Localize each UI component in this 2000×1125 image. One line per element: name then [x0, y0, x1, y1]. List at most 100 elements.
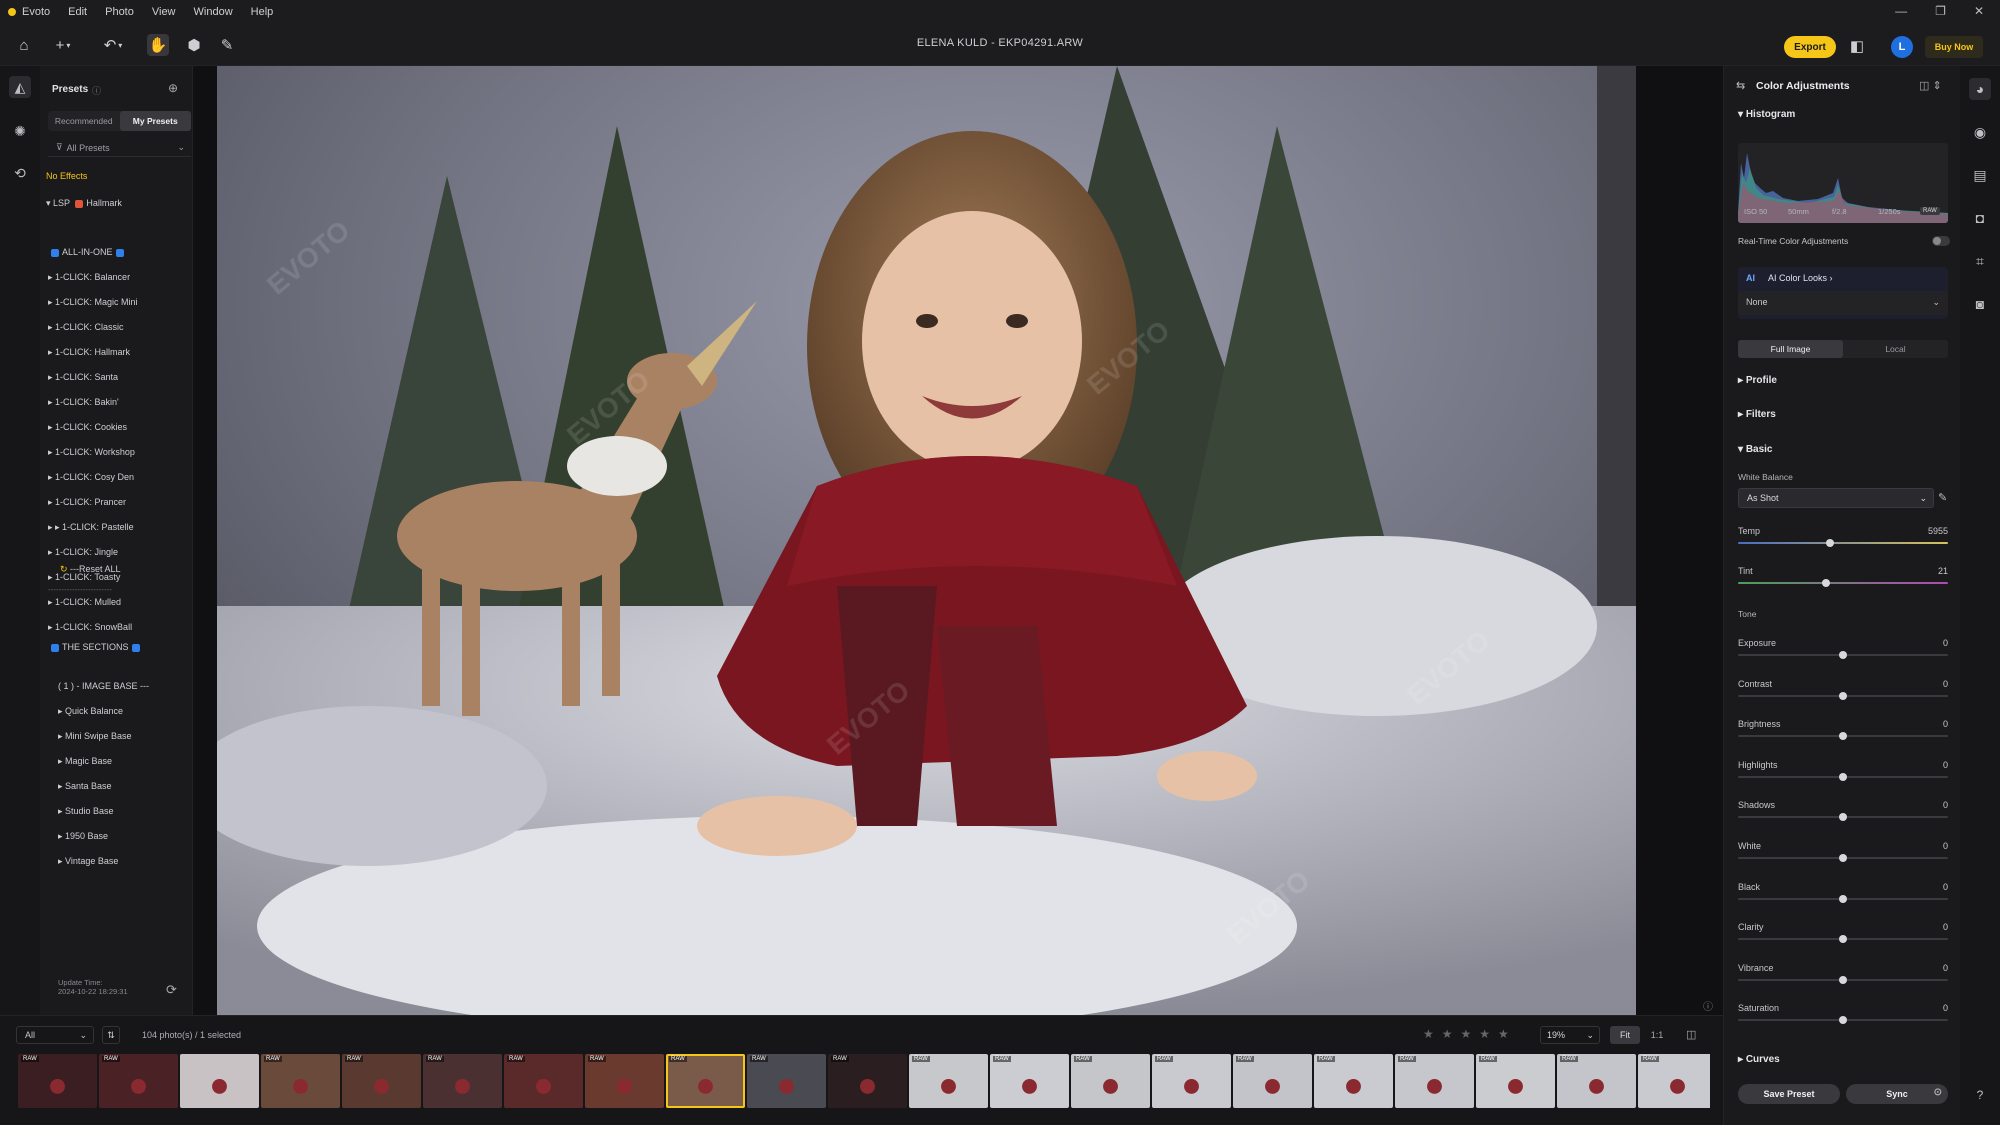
- tone-slider[interactable]: Highlights 0: [1738, 760, 1948, 790]
- tone-slider[interactable]: Saturation 0: [1738, 1003, 1948, 1033]
- preset-group-lsp[interactable]: ▾ LSP Hallmark: [46, 195, 122, 211]
- face-icon[interactable]: ◉: [1969, 121, 1991, 143]
- thumbnail[interactable]: RAW: [1476, 1054, 1555, 1108]
- slider-knob[interactable]: [1826, 539, 1835, 547]
- restore-icon[interactable]: ❐: [1935, 4, 1946, 18]
- preset-item[interactable]: ▸ 1-CLICK: Balancer: [48, 269, 130, 285]
- preset-section-item[interactable]: ▸ Quick Balance: [58, 703, 123, 719]
- thumbnail[interactable]: RAW: [747, 1054, 826, 1108]
- preset-item[interactable]: ▸ 1-CLICK: Jingle: [48, 544, 118, 560]
- slider-knob[interactable]: [1839, 894, 1847, 903]
- menu-edit[interactable]: Edit: [68, 6, 87, 18]
- slider-knob[interactable]: [1839, 1016, 1847, 1025]
- preset-section-item[interactable]: ▸ Mini Swipe Base: [58, 728, 132, 744]
- minimize-icon[interactable]: —: [1895, 4, 1907, 18]
- preset-image-base[interactable]: ( 1 ) - IMAGE BASE ---: [58, 678, 149, 694]
- slider-knob[interactable]: [1839, 854, 1847, 862]
- preset-item[interactable]: ▸ 1-CLICK: Workshop: [48, 444, 135, 460]
- tab-local[interactable]: Local: [1843, 340, 1948, 358]
- presets-icon[interactable]: ◭: [9, 76, 31, 98]
- tone-slider[interactable]: Vibrance 0: [1738, 963, 1948, 993]
- thumbnail[interactable]: RAW: [1638, 1054, 1710, 1108]
- thumbnail[interactable]: RAW: [261, 1054, 340, 1108]
- preset-section-item[interactable]: ▸ Santa Base: [58, 778, 112, 794]
- fit-button[interactable]: Fit: [1610, 1026, 1640, 1044]
- panel-toggle-icon[interactable]: ◫: [1686, 1026, 1696, 1044]
- save-preset-button[interactable]: Save Preset: [1738, 1084, 1840, 1104]
- slider-knob[interactable]: [1839, 813, 1847, 822]
- clothing-icon[interactable]: ◘: [1969, 207, 1991, 229]
- preset-item[interactable]: ▸ 1-CLICK: Magic Mini: [48, 294, 138, 310]
- preset-reset-all[interactable]: ↻ ---Reset ALL: [60, 561, 121, 577]
- histogram-header[interactable]: ▾ Histogram: [1738, 109, 1795, 120]
- buy-now-button[interactable]: Buy Now: [1925, 36, 1983, 58]
- export-button[interactable]: Export: [1784, 36, 1836, 58]
- sync-settings-icon[interactable]: ⊙: [1934, 1087, 1942, 1098]
- close-icon[interactable]: ✕: [1974, 4, 1984, 18]
- preset-item[interactable]: ▸ 1-CLICK: Bakin': [48, 394, 119, 410]
- image-canvas[interactable]: EVOTO EVOTO EVOTO EVOTO EVOTO EVOTO ⓘ: [193, 66, 1723, 1015]
- slider-knob[interactable]: [1839, 732, 1847, 741]
- basic-section[interactable]: ▾ Basic: [1738, 444, 1773, 455]
- thumbnail[interactable]: RAW: [423, 1054, 502, 1108]
- tone-slider[interactable]: Shadows 0: [1738, 800, 1948, 830]
- white-balance-select[interactable]: As Shot ⌄: [1738, 488, 1934, 508]
- sync-button[interactable]: Sync ⊙: [1846, 1084, 1948, 1104]
- thumbnail[interactable]: RAW: [1152, 1054, 1231, 1108]
- thumbnail[interactable]: RAW: [99, 1054, 178, 1108]
- thumbnail[interactable]: RAW: [666, 1054, 745, 1108]
- slider-knob[interactable]: [1839, 651, 1847, 659]
- preset-section-item[interactable]: ▸ 1950 Base: [58, 828, 108, 844]
- thumbnail[interactable]: RAW: [909, 1054, 988, 1108]
- history-icon[interactable]: ⟲: [9, 162, 31, 184]
- tone-slider[interactable]: White 0: [1738, 841, 1948, 871]
- ai-looks-select[interactable]: None ⌄: [1738, 291, 1948, 315]
- filters-section[interactable]: ▸ Filters: [1738, 409, 1776, 420]
- preset-item[interactable]: ▸ 1-CLICK: Hallmark: [48, 344, 130, 360]
- sort-icon[interactable]: ⇅: [102, 1026, 120, 1044]
- tone-slider[interactable]: Contrast 0: [1738, 679, 1948, 709]
- preset-the-sections[interactable]: THE SECTIONS: [48, 639, 143, 655]
- thumbnail[interactable]: RAW: [990, 1054, 1069, 1108]
- camera-icon[interactable]: ◙: [1969, 293, 1991, 315]
- realtime-toggle[interactable]: [1932, 236, 1950, 246]
- preset-item[interactable]: ▸ 1-CLICK: Cookies: [48, 419, 127, 435]
- preset-filter-select[interactable]: ⊽ All Presets ⌄: [48, 139, 191, 157]
- main-photo[interactable]: EVOTO EVOTO EVOTO EVOTO EVOTO EVOTO: [217, 66, 1636, 1015]
- thumbnail[interactable]: RAW: [504, 1054, 583, 1108]
- tab-my-presets[interactable]: My Presets: [119, 111, 191, 131]
- refresh-icon[interactable]: ⟳: [166, 982, 177, 998]
- menu-app[interactable]: Evoto: [22, 6, 50, 18]
- preset-item[interactable]: ▸ 1-CLICK: Santa: [48, 369, 118, 385]
- info-icon[interactable]: ⓘ: [1703, 998, 1713, 1013]
- tint-slider[interactable]: Tint 21: [1738, 566, 1948, 596]
- preset-all-in-one[interactable]: ALL-IN-ONE: [48, 244, 127, 260]
- rating-stars[interactable]: ★★★★★: [1423, 1026, 1517, 1044]
- filmstrip-filter-select[interactable]: All ⌄: [16, 1026, 94, 1044]
- thumbnail[interactable]: RAW: [1071, 1054, 1150, 1108]
- thumbnail[interactable]: [180, 1054, 259, 1108]
- preset-item[interactable]: ▸ 1-CLICK: SnowBall: [48, 619, 132, 635]
- tone-slider[interactable]: Black 0: [1738, 882, 1948, 912]
- split-view-icon[interactable]: ◫ ⇕: [1919, 79, 1942, 92]
- menu-window[interactable]: Window: [194, 6, 233, 18]
- eyedropper-icon[interactable]: ✎: [1938, 491, 1947, 504]
- slider-knob[interactable]: [1839, 772, 1847, 781]
- tab-recommended[interactable]: Recommended: [48, 111, 120, 131]
- tab-full-image[interactable]: Full Image: [1738, 340, 1843, 358]
- menu-photo[interactable]: Photo: [105, 6, 134, 18]
- preset-section-item[interactable]: ▸ Magic Base: [58, 753, 112, 769]
- slider-knob[interactable]: [1839, 975, 1847, 984]
- preset-no-effects[interactable]: No Effects: [46, 168, 87, 184]
- menu-help[interactable]: Help: [251, 6, 274, 18]
- zoom-select[interactable]: 19% ⌄: [1540, 1026, 1600, 1044]
- profile-section[interactable]: ▸ Profile: [1738, 375, 1777, 386]
- thumbnail[interactable]: RAW: [1314, 1054, 1393, 1108]
- thumbnail[interactable]: RAW: [585, 1054, 664, 1108]
- color-palette-icon[interactable]: ◕: [1969, 78, 1991, 100]
- avatar[interactable]: L: [1891, 36, 1913, 58]
- thumbnail[interactable]: RAW: [1395, 1054, 1474, 1108]
- thumbnail[interactable]: RAW: [18, 1054, 97, 1108]
- ai-color-looks-link[interactable]: AI Color Looks ›: [1768, 273, 1833, 283]
- crop-icon[interactable]: ⌗: [1969, 250, 1991, 272]
